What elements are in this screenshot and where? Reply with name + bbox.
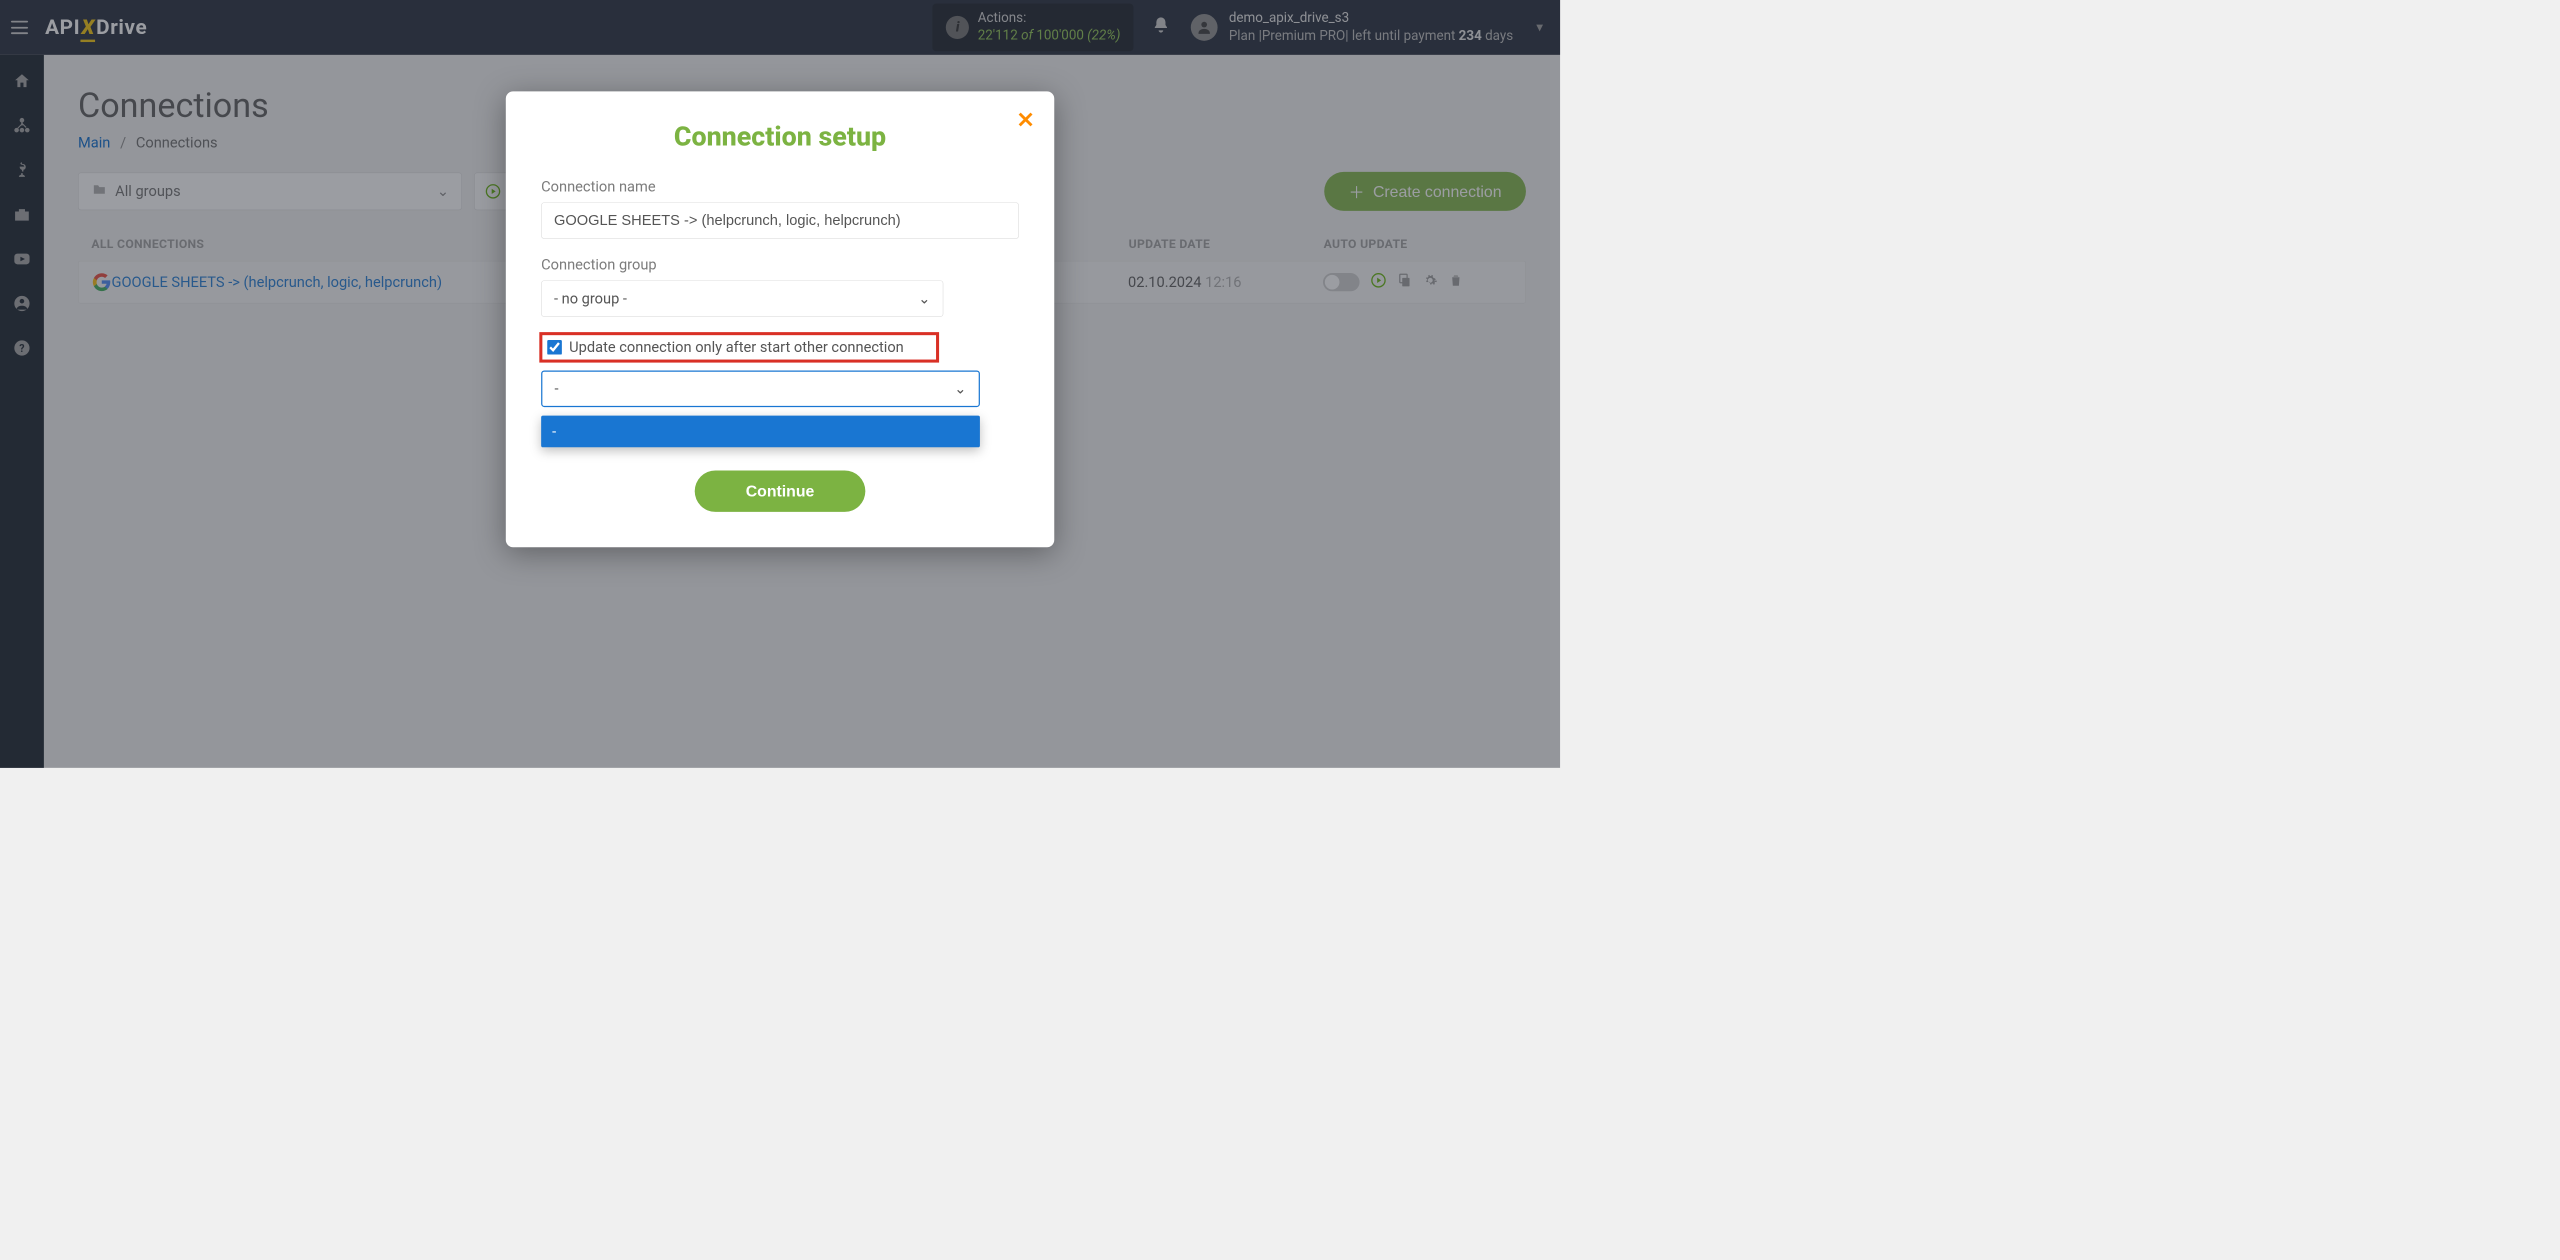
dependent-connection-select[interactable]: - ⌄ (541, 371, 980, 408)
connection-setup-modal: ✕ Connection setup Connection name Conne… (506, 91, 1054, 547)
update-after-other-label: Update connection only after start other… (569, 339, 904, 356)
update-after-other-checkbox[interactable] (547, 340, 562, 355)
modal-title: Connection setup (541, 121, 1019, 153)
chevron-down-icon: ⌄ (918, 290, 930, 307)
modal-close-icon[interactable]: ✕ (1016, 107, 1034, 133)
connection-name-label: Connection name (541, 178, 1019, 195)
dependent-connection-value: - (555, 380, 559, 397)
continue-button[interactable]: Continue (695, 470, 866, 511)
connection-name-input[interactable] (541, 202, 1019, 239)
chevron-down-icon: ⌄ (954, 380, 966, 397)
connection-group-label: Connection group (541, 256, 1019, 273)
dependent-connection-option[interactable]: - (541, 416, 980, 448)
connection-group-value: - no group - (554, 290, 627, 307)
update-after-other-checkbox-row[interactable]: Update connection only after start other… (541, 334, 937, 361)
connection-group-select[interactable]: - no group - ⌄ (541, 280, 943, 317)
